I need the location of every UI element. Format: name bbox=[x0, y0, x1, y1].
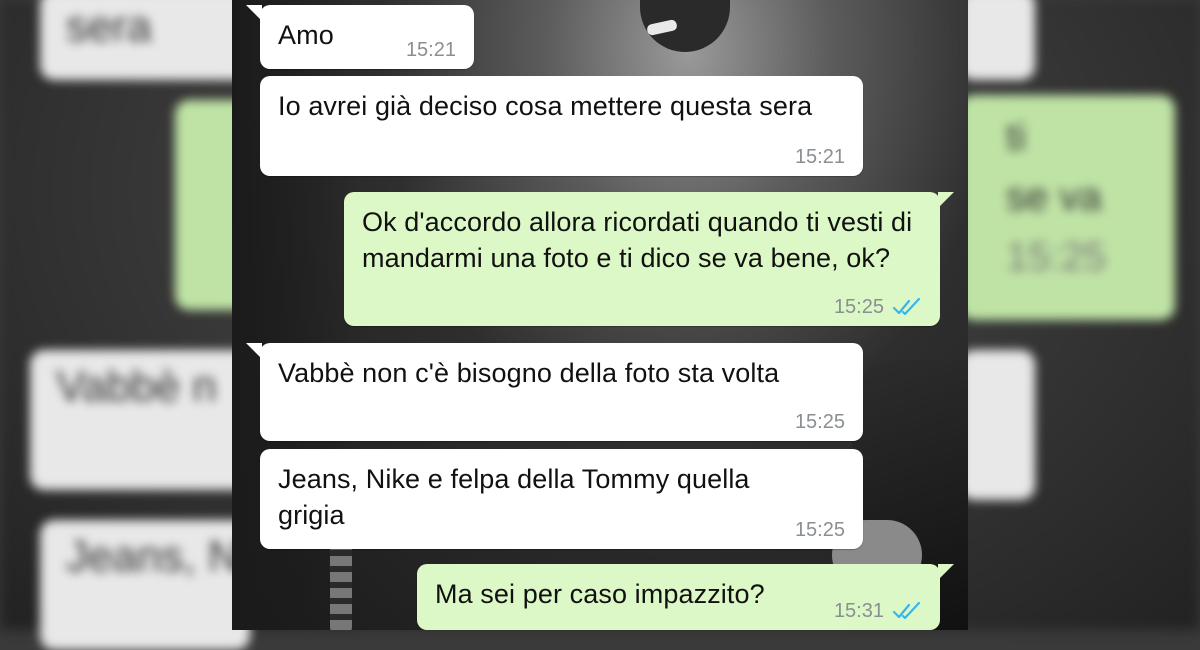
double-check-read-icon bbox=[892, 298, 921, 316]
message-meta: 15:21 bbox=[406, 39, 456, 61]
ghost-text: ti bbox=[1006, 115, 1026, 159]
ghost-text: Jeans, N bbox=[66, 532, 240, 581]
chat-screenshot: Amo 15:21 Io avrei già deciso cosa mette… bbox=[232, 0, 968, 630]
message-time: 15:25 bbox=[794, 519, 845, 541]
ghost-text: se va bbox=[1006, 175, 1102, 219]
message-bubble-incoming[interactable]: Jeans, Nike e felpa della Tommy quella g… bbox=[260, 449, 863, 549]
message-time: 15:21 bbox=[405, 39, 456, 61]
ghost-text: sera bbox=[66, 2, 152, 51]
message-text: Vabbè non c'è bisogno della foto sta vol… bbox=[278, 358, 780, 388]
message-time: 15:25 bbox=[794, 411, 845, 433]
ghost-bubble bbox=[960, 350, 1035, 500]
ghost-bubble: ti se va 15:25 bbox=[960, 95, 1175, 320]
message-text: Ok d'accordo allora ricordati quando ti … bbox=[362, 207, 913, 273]
photo-chain bbox=[330, 540, 352, 630]
ghost-bubble bbox=[960, 0, 1035, 80]
ghost-bubble: Jeans, N bbox=[40, 520, 250, 650]
message-meta: 15:31 bbox=[834, 600, 922, 622]
ghost-text: Vabbè n bbox=[56, 362, 217, 411]
message-text: Jeans, Nike e felpa della Tommy quella g… bbox=[278, 464, 750, 530]
message-bubble-incoming[interactable]: Vabbè non c'è bisogno della foto sta vol… bbox=[246, 343, 863, 441]
message-bubble-incoming[interactable]: Amo 15:21 bbox=[246, 5, 474, 69]
message-text: Io avrei già deciso cosa mettere questa … bbox=[278, 91, 813, 121]
double-check-read-icon bbox=[892, 602, 921, 620]
message-meta: 15:25 bbox=[795, 519, 845, 541]
message-time: 15:21 bbox=[794, 146, 845, 168]
message-meta: 15:21 bbox=[795, 146, 845, 168]
message-time: 15:25 bbox=[833, 296, 884, 318]
message-time: 15:31 bbox=[833, 600, 884, 622]
ghost-bubble: Vabbè n bbox=[30, 350, 250, 490]
message-meta: 15:25 bbox=[834, 296, 922, 318]
message-bubble-outgoing[interactable]: Ok d'accordo allora ricordati quando ti … bbox=[344, 192, 954, 326]
message-bubble-outgoing[interactable]: Ma sei per caso impazzito? 15:31 bbox=[417, 564, 954, 630]
message-meta: 15:25 bbox=[795, 411, 845, 433]
message-bubble-incoming[interactable]: Io avrei già deciso cosa mettere questa … bbox=[260, 76, 863, 176]
ghost-text: 15:25 bbox=[1006, 235, 1107, 279]
